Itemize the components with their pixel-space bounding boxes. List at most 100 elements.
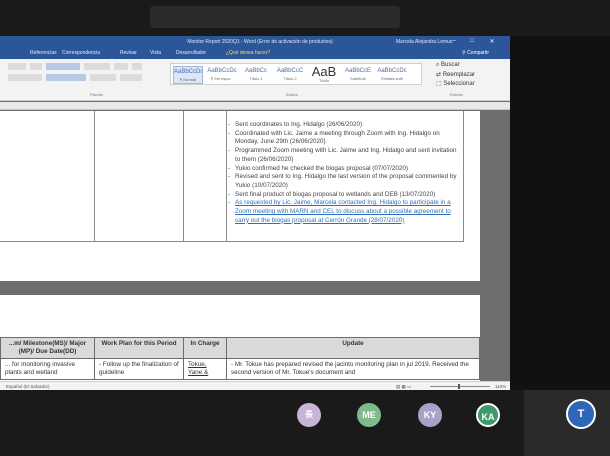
style-subtle-emphasis[interactable]: AaBbCcDc Énfasis sutil: [377, 66, 407, 84]
close-icon[interactable]: ✕: [486, 38, 498, 46]
signed-in-user[interactable]: Marcela Alejandra Lemus: [396, 39, 452, 45]
share-label: Compartir: [467, 50, 490, 56]
style-sample: AaBbCcDc: [377, 68, 407, 74]
replace-button[interactable]: ⇄ Reemplazar: [436, 71, 475, 78]
zoom-sharing-banner[interactable]: [150, 6, 400, 28]
table-bottom-border: [0, 241, 464, 242]
shading-button[interactable]: [120, 74, 142, 81]
find-label: Buscar: [441, 62, 460, 68]
zoom-participant-strip: 長 ME KY KA T: [0, 390, 610, 456]
style-sample: AaBbCcDc: [174, 69, 202, 75]
style-sample: AaBbCcC: [276, 68, 304, 74]
document-title: Monitor Report 2020Q1 - Word (Error de a…: [187, 39, 333, 45]
participant-avatar-speaking[interactable]: KA: [476, 403, 500, 427]
zoom-level[interactable]: 110%: [495, 384, 506, 389]
select-label: Seleccionar: [443, 81, 475, 87]
participant-avatar[interactable]: ME: [357, 403, 381, 427]
tab-mailings[interactable]: Correspondencia: [62, 50, 100, 56]
participant-avatar[interactable]: KY: [418, 403, 442, 427]
list-item: Yukio confirmed he checked the biogas pr…: [228, 165, 463, 174]
style-subtitle[interactable]: AaBbCcE Subtítulo: [343, 66, 373, 84]
style-name: ¶ Sin espa...: [210, 76, 234, 81]
zoom-slider[interactable]: [430, 384, 490, 389]
style-sample: AaB: [311, 66, 337, 78]
language-indicator[interactable]: Español (El Salvador): [6, 384, 50, 389]
align-buttons[interactable]: [46, 74, 86, 81]
work-plan-table: ...m/ Milestone(MS)/ Major (MP)/ Due Dat…: [0, 337, 480, 380]
styles-group-label: Estilos: [286, 92, 298, 97]
tab-developer[interactable]: Desarrollador: [176, 50, 206, 56]
list-item: As requested by Lic. Jaime, Marcela cont…: [228, 199, 463, 225]
update-bullet-list: Sent coordinates to Ing. Hidalgo (26/06/…: [228, 121, 463, 225]
table-row: ... for monitoring invasive plants and w…: [0, 358, 480, 380]
document-page: Sent coordinates to Ing. Hidalgo (26/06/…: [0, 111, 480, 281]
style-heading-1[interactable]: AaBbCc Título 1: [241, 66, 271, 84]
table-header-row: ...m/ Milestone(MS)/ Major (MP)/ Due Dat…: [0, 337, 480, 359]
tell-me-search[interactable]: ¿Qué desea hacer?: [226, 50, 270, 56]
font-size-increase-button[interactable]: [8, 63, 26, 70]
table-cell: - Follow up the finalization of guidelin…: [94, 358, 184, 380]
style-name: Título: [318, 78, 329, 83]
style-no-spacing[interactable]: AaBbCcDc ¶ Sin espa...: [207, 66, 237, 84]
editing-group-label: Edición: [450, 92, 464, 97]
style-name: Énfasis sutil: [381, 76, 403, 81]
highlight-color-button[interactable]: [8, 74, 42, 81]
table-header: ...m/ Milestone(MS)/ Major (MP)/ Due Dat…: [0, 337, 95, 359]
replace-label: Reemplazar: [442, 72, 476, 78]
table-column-border: [183, 111, 184, 241]
table-cell: ... for monitoring invasive plants and w…: [0, 358, 95, 380]
list-item: Revised and sent to Ing. Hidalgo the las…: [228, 173, 463, 190]
table-header: In Charge: [183, 337, 227, 359]
document-page: ...m/ Milestone(MS)/ Major (MP)/ Due Dat…: [0, 295, 480, 390]
list-item: Programmed Zoom meeting with Lic. Jaime …: [228, 147, 463, 164]
maximize-icon[interactable]: □: [466, 38, 478, 46]
self-video-tile[interactable]: [524, 390, 610, 456]
table-cell: - Mr. Tokue has prepared revised the jac…: [226, 358, 480, 380]
style-title[interactable]: AaB Título: [309, 66, 339, 84]
bullets-list-button[interactable]: [46, 63, 80, 70]
change-case-button[interactable]: [30, 63, 42, 70]
word-status-bar: Español (El Salvador) ▤ ▦ ▭ 110%: [0, 381, 510, 390]
table-column-border: [226, 111, 227, 241]
table-header: Work Plan for this Period: [94, 337, 184, 359]
share-button[interactable]: ⚲ Compartir: [462, 50, 489, 56]
style-sample: AaBbCcE: [344, 68, 371, 74]
word-window: Monitor Report 2020Q1 - Word (Error de a…: [0, 36, 510, 390]
style-normal[interactable]: AaBbCcDc ¶ Normal: [173, 66, 203, 84]
sort-button[interactable]: [114, 63, 128, 70]
table-header: Update: [226, 337, 480, 359]
page-break-gap: [0, 281, 510, 295]
indent-button[interactable]: [84, 63, 110, 70]
paragraph-group-label: Párrafo: [90, 92, 104, 97]
ribbon: AaBbCcDc ¶ Normal AaBbCcDc ¶ Sin espa...…: [0, 59, 510, 101]
empty-video-area: [510, 36, 610, 390]
zoom-top-bar: [0, 0, 610, 36]
show-marks-button[interactable]: [132, 63, 142, 70]
list-item: Coordinated with Lic. Jaime a meeting th…: [228, 130, 463, 147]
style-name: ¶ Normal: [179, 77, 197, 82]
participant-avatar[interactable]: 長: [297, 403, 321, 427]
style-name: Título 2: [283, 76, 297, 81]
list-item: Sent coordinates to Ing. Hidalgo (26/06/…: [228, 121, 463, 130]
zoom-slider-knob[interactable]: [458, 384, 460, 389]
ribbon-tabs: Referencias Correspondencia Revisar Vist…: [0, 48, 510, 59]
word-title-bar: Monitor Report 2020Q1 - Word (Error de a…: [0, 36, 510, 48]
style-sample: AaBbCc: [244, 68, 267, 74]
minimize-icon[interactable]: –: [448, 38, 460, 46]
tab-references[interactable]: Referencias: [30, 50, 57, 56]
select-button[interactable]: ⬚ Seleccionar: [436, 80, 475, 87]
list-item: Sent final product of biogas proposal to…: [228, 191, 463, 200]
style-heading-2[interactable]: AaBbCcC Título 2: [275, 66, 305, 84]
find-button[interactable]: ⌕ Buscar: [436, 62, 460, 69]
tab-view[interactable]: Vista: [150, 50, 161, 56]
table-column-border: [94, 111, 95, 241]
style-name: Título 1: [249, 76, 263, 81]
style-name: Subtítulo: [350, 76, 366, 81]
self-avatar[interactable]: T: [566, 399, 596, 429]
horizontal-ruler[interactable]: [0, 102, 510, 110]
style-sample: AaBbCcDc: [207, 68, 237, 74]
table-cell: Tokue, Yane &: [183, 358, 227, 380]
styles-gallery: AaBbCcDc ¶ Normal AaBbCcDc ¶ Sin espa...…: [170, 63, 422, 85]
line-spacing-button[interactable]: [90, 74, 116, 81]
tab-review[interactable]: Revisar: [120, 50, 137, 56]
